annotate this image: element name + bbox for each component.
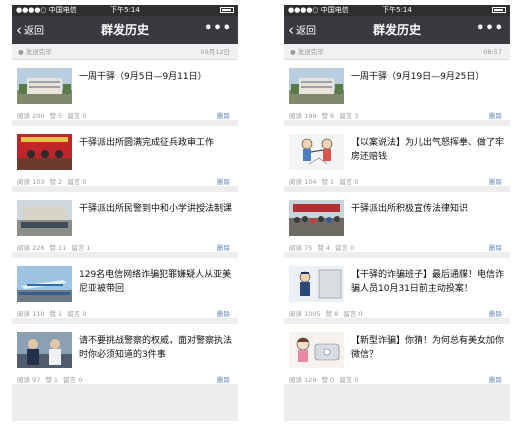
delete-link[interactable]: 删除 [489,110,502,120]
status-bar: ●●●●○ 中国电信 下午5:14 [284,5,510,16]
sent-status-label: ● 发送完毕 [290,48,324,56]
more-menu-button[interactable]: ••• [476,16,504,42]
article-stats: 阅读 110 赞 1 留言 0 [17,308,91,318]
article-thumbnail [289,134,344,170]
article-stats: 阅读 200 赞 5 留言 0 [17,110,91,120]
article-stats: 阅读 97 赞 1 留言 0 [17,374,87,384]
article-card[interactable]: 【干驿的诈骗班子】最后通牒！电信诈骗人员10月31日前主动投案！ 阅读 1005… [284,258,510,324]
article-title[interactable]: 129名电信网络诈骗犯罪嫌疑人从亚美尼亚被带回 [79,268,232,296]
read-count: 阅读 110 [17,310,45,318]
article-thumbnail [17,68,72,104]
delete-link[interactable]: 删除 [489,176,502,186]
article-title[interactable]: 一周干驿（9月19日—9月25日） [351,70,504,84]
like-count: 赞 8 [325,310,339,318]
like-count: 赞 5 [49,112,63,120]
article-stats: 阅读 129 赞 0 留言 0 [289,374,363,384]
article-thumbnail [289,266,344,302]
article-title[interactable]: 干驿派出所圆满完成征兵政审工作 [79,136,232,150]
article-thumbnail [17,266,72,302]
nav-bar: ‹ 返回 群发历史 ••• [12,16,238,44]
article-title[interactable]: 【新型诈骗】你猜！为何总有美女加你微信？ [351,334,504,362]
like-count: 赞 2 [49,178,63,186]
comment-count: 留言 0 [339,178,359,186]
read-count: 阅读 104 [289,178,317,186]
article-card[interactable]: 干驿派出所积极宣传法律知识 阅读 75 赞 4 留言 0 删除 [284,192,510,258]
read-count: 阅读 226 [17,244,45,252]
like-count: 赞 0 [321,376,335,384]
article-card[interactable]: 一周干驿（9月19日—9月25日） 阅读 199 赞 6 留言 3 删除 [284,60,510,126]
article-card[interactable]: 【新型诈骗】你猜！为何总有美女加你微信？ 阅读 129 赞 0 留言 0 删除 [284,324,510,390]
delete-link[interactable]: 删除 [489,308,502,318]
article-stats: 阅读 75 赞 4 留言 0 [289,242,359,252]
article-card[interactable]: 129名电信网络诈骗犯罪嫌疑人从亚美尼亚被带回 阅读 110 赞 1 留言 0 删除 [12,258,238,324]
comment-count: 留言 0 [335,244,355,252]
article-card[interactable]: 【以案说法】为儿出气怒挥拳、做了牢房还赔钱 阅读 104 赞 1 留言 0 删除 [284,126,510,192]
article-stats: 阅读 1005 赞 8 留言 0 [289,308,368,318]
read-count: 阅读 1005 [289,310,321,318]
status-time: 下午5:14 [382,6,412,14]
status-bar: ●●●●○ 中国电信 下午5:14 [12,5,238,16]
article-card[interactable]: 一周干驿（9月5日—9月11日） 阅读 200 赞 5 留言 0 删除 [12,60,238,126]
like-count: 赞 1 [45,376,59,384]
sent-status-bar: ● 发送完毕 09月12日 [12,44,238,60]
comment-count: 留言 0 [339,376,359,384]
article-title[interactable]: 【以案说法】为儿出气怒挥拳、做了牢房还赔钱 [351,136,504,164]
read-count: 阅读 129 [289,376,317,384]
delete-link[interactable]: 删除 [217,110,230,120]
like-count: 赞 1 [321,178,335,186]
delete-link[interactable]: 删除 [217,242,230,252]
like-count: 赞 6 [321,112,335,120]
sent-date: 08:57 [483,48,502,56]
comment-count: 留言 3 [339,112,359,120]
read-count: 阅读 200 [17,112,45,120]
sent-status-label: ● 发送完毕 [18,48,52,56]
article-title[interactable]: 【干驿的诈骗班子】最后通牒！电信诈骗人员10月31日前主动投案！ [351,268,504,296]
delete-link[interactable]: 删除 [217,176,230,186]
comment-count: 留言 0 [67,112,87,120]
article-stats: 阅读 226 赞 11 留言 1 [17,242,96,252]
read-count: 阅读 75 [289,244,313,252]
comment-count: 留言 0 [343,310,363,318]
article-stats: 阅读 104 赞 1 留言 0 [289,176,363,186]
article-card[interactable]: 请不要挑战警察的权威，面对警察执法时你必须知道的3件事 阅读 97 赞 1 留言 0… [12,324,238,390]
more-menu-button[interactable]: ••• [204,16,232,42]
like-count: 赞 4 [317,244,331,252]
delete-link[interactable]: 删除 [489,374,502,384]
article-title[interactable]: 一周干驿（9月5日—9月11日） [79,70,232,84]
article-card[interactable]: 干驿派出所民警到中和小学讲授法制课 阅读 226 赞 11 留言 1 删除 [12,192,238,258]
phone-screen-right: ●●●●○ 中国电信 下午5:14 ‹ 返回 群发历史 ••• ● 发送完毕 08… [284,5,510,421]
comment-count: 留言 0 [67,310,87,318]
phone-screen-left: ●●●●○ 中国电信 下午5:14 ‹ 返回 群发历史 ••• ● 发送完毕 09… [12,5,238,421]
comment-count: 留言 0 [67,178,87,186]
like-count: 赞 1 [49,310,63,318]
comment-count: 留言 0 [63,376,83,384]
sent-date: 09月12日 [200,48,230,56]
delete-link[interactable]: 删除 [489,242,502,252]
article-thumbnail [17,332,72,368]
article-stats: 阅读 103 赞 2 留言 0 [17,176,91,186]
nav-bar: ‹ 返回 群发历史 ••• [284,16,510,44]
battery-icon [490,5,506,16]
article-card[interactable]: 干驿派出所圆满完成征兵政审工作 阅读 103 赞 2 留言 0 删除 [12,126,238,192]
article-thumbnail [289,68,344,104]
comment-count: 留言 1 [71,244,91,252]
article-title[interactable]: 请不要挑战警察的权威，面对警察执法时你必须知道的3件事 [79,334,232,362]
article-title[interactable]: 干驿派出所积极宣传法律知识 [351,202,504,216]
read-count: 阅读 199 [289,112,317,120]
article-thumbnail [289,200,344,236]
article-stats: 阅读 199 赞 6 留言 3 [289,110,363,120]
like-count: 赞 11 [49,244,67,252]
article-thumbnail [17,134,72,170]
battery-icon [218,5,234,16]
sent-status-bar: ● 发送完毕 08:57 [284,44,510,60]
article-thumbnail [17,200,72,236]
status-time: 下午5:14 [110,6,140,14]
article-title[interactable]: 干驿派出所民警到中和小学讲授法制课 [79,202,232,216]
read-count: 阅读 97 [17,376,41,384]
read-count: 阅读 103 [17,178,45,186]
article-thumbnail [289,332,344,368]
delete-link[interactable]: 删除 [217,308,230,318]
delete-link[interactable]: 删除 [217,374,230,384]
